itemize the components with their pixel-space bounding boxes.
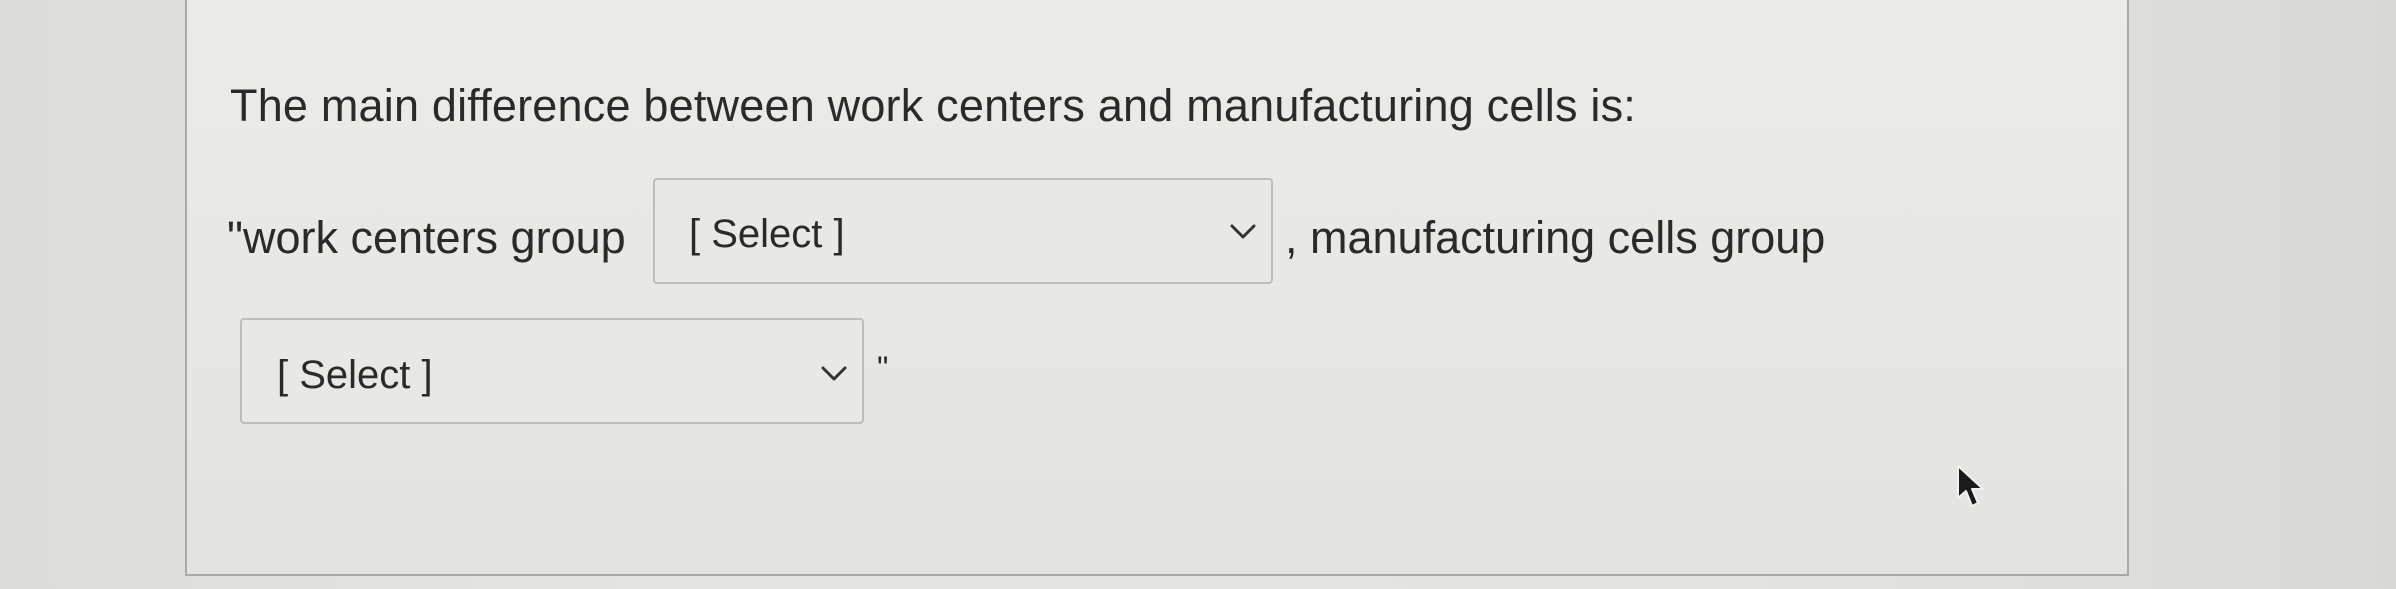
sentence-closing-quote: " [877,350,889,386]
sentence-segment-manufacturing-cells: , manufacturing cells group [1285,212,1826,263]
sentence-segment-work-centers: "work centers group [227,212,626,263]
work-centers-group-select[interactable]: [ Select ] [653,178,1273,284]
select-value-label: [ Select ] [277,353,433,397]
question-card: The main difference between work centers… [185,0,2129,576]
manufacturing-cells-group-select[interactable]: [ Select ] [240,318,864,424]
mouse-pointer-icon [1957,465,1984,507]
chevron-down-icon [1230,224,1256,239]
select-value-label: [ Select ] [689,212,845,256]
question-prompt: The main difference between work centers… [230,80,1636,131]
chevron-down-icon [821,366,847,381]
